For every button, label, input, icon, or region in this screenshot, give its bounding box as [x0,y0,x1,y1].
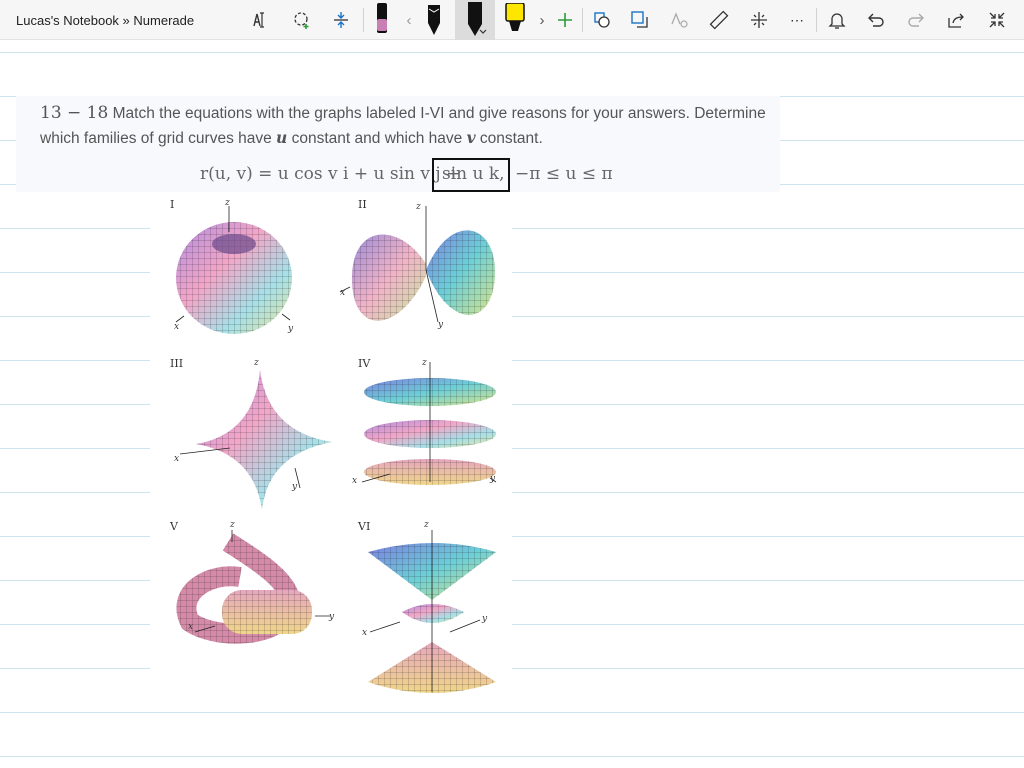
graph-I [175,206,292,334]
chevron-left-icon[interactable]: ‹ [395,6,423,34]
equation-right: −π ≤ u ≤ π [515,164,613,184]
axis-x: x [340,288,346,298]
axis-z: z [422,358,427,368]
highlighter-yellow-icon[interactable] [501,3,529,34]
bell-icon[interactable] [823,6,851,34]
undo-icon[interactable] [862,6,890,34]
axis-z: z [416,202,421,212]
axis-z: z [424,520,429,530]
collapse-icon[interactable] [983,6,1011,34]
top-toolbar: Lucas's Notebook » Numerade ‹ › ⋯ [0,0,1024,40]
more-icon[interactable]: ⋯ [783,6,811,34]
graph-II [339,206,495,323]
graph-label-II: II [358,198,367,211]
pen-black-selected-icon[interactable] [461,2,489,38]
ruled-line [0,756,1024,757]
var-v: v [466,128,476,147]
lasso-select-icon[interactable] [288,6,316,34]
axis-y: y [292,482,298,492]
graph-VI [368,530,496,693]
share-icon[interactable] [942,6,970,34]
problem-number: 13 − 18 [40,103,109,123]
graph-V [176,530,330,644]
graph-IV [361,362,497,485]
axis-y: y [490,474,496,484]
window-title: Lucas's Notebook » Numerade [16,13,195,28]
axis-x: x [188,622,194,632]
ruler-icon[interactable] [705,6,733,34]
axis-y: y [438,320,444,330]
convert-icon[interactable] [626,6,654,34]
graphs-svg [175,206,497,693]
add-pen-icon[interactable] [551,6,579,34]
ruled-line [0,52,1024,53]
graph-label-IV: IV [358,357,371,370]
format-icon[interactable] [745,6,773,34]
axis-y: y [288,324,294,334]
axis-z: z [225,198,230,208]
axis-y: y [329,612,335,622]
axis-x: x [174,454,180,464]
graph-label-III: III [170,357,184,370]
graph-label-V: V [170,520,178,533]
pen-pink-icon[interactable] [368,3,396,34]
var-u: u [276,128,288,147]
axis-x: x [362,628,368,638]
axis-x: x [174,322,180,332]
ink-box-annotation: sin u k, [432,158,510,192]
add-space-icon[interactable] [327,6,355,34]
lasso-text-icon[interactable] [247,6,275,34]
axis-y: y [482,614,488,624]
problem-statement: 13 − 18 Match the equations with the gra… [40,103,766,147]
axis-z: z [254,358,259,368]
graph-label-VI: VI [358,520,371,533]
equation-boxed: sin u k, [442,164,505,184]
pen-black-icon[interactable] [420,5,448,35]
graph-label-I: I [170,198,175,211]
shapes-icon[interactable] [588,6,616,34]
redo-icon[interactable] [902,6,930,34]
ruled-line [0,712,1024,713]
graph-III [179,370,332,510]
math-icon[interactable] [666,6,694,34]
axis-x: x [352,476,358,486]
axis-z: z [230,520,235,530]
graphs-figure: I II III IV V VI z x y z x y z x y z x y… [150,192,512,704]
equation-left: r(u, v) = u cos v i + u sin v j + [200,164,461,184]
